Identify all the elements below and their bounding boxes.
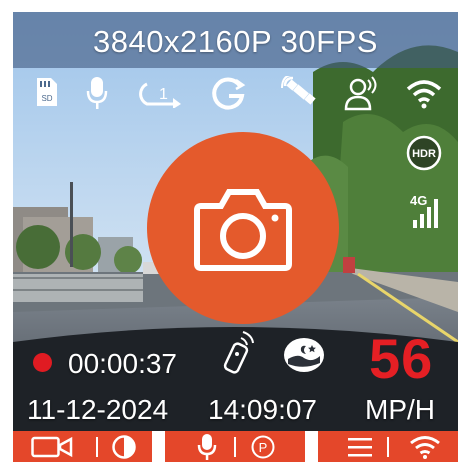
wifi-icon [410,436,440,459]
microphone-icon [197,434,217,460]
recording-indicator [33,353,52,372]
time-label: 14:09:07 [208,394,317,425]
speed-unit: MP/H [365,394,435,425]
wifi-button[interactable] [405,431,445,462]
svg-text:P: P [259,440,268,455]
4g-signal-icon: 4G [410,193,438,228]
parking-icon: P [251,435,275,459]
remote-control-icon [223,331,254,374]
video-record-button[interactable] [31,431,81,462]
wifi-icon [406,80,442,109]
parking-monitor-person-icon [344,76,377,111]
gps-satellite-icon [281,76,316,105]
speed-value: 56 [369,327,434,390]
capture-photo-button[interactable] [147,132,339,324]
toolbar-divider [234,437,236,457]
microphone-icon [86,77,108,109]
microphone-button[interactable] [189,431,225,462]
camera-icon [194,189,292,271]
contrast-icon [112,435,136,459]
bottom-toolbar: P [13,431,458,462]
recording-elapsed: 00:00:37 [68,348,177,379]
hdr-label: HDR [412,148,436,160]
contrast-button[interactable] [109,431,141,462]
night-vision-icon [284,338,324,372]
menu-icon [348,438,372,457]
hdr-icon: HDR [406,135,442,171]
loop-recording-1min-icon: 1 [139,82,181,108]
parking-mode-button[interactable]: P [247,431,281,462]
resolution-label: 3840x2160P 30FPS [93,24,378,59]
g-sensor-icon [212,77,246,110]
sd-card-icon: SD [37,78,57,106]
menu-button[interactable] [343,431,377,462]
dashcam-screen: 3840x2160P 30FPS SD 1 HDR 4G 00:00:37 56… [13,12,458,462]
4g-label: 4G [410,193,427,208]
toolbar-divider [96,437,98,457]
svg-text:1: 1 [159,86,168,103]
video-camera-icon [31,436,73,458]
date-label: 11-12-2024 [27,394,169,425]
toolbar-divider [387,437,389,457]
svg-text:SD: SD [41,94,52,103]
